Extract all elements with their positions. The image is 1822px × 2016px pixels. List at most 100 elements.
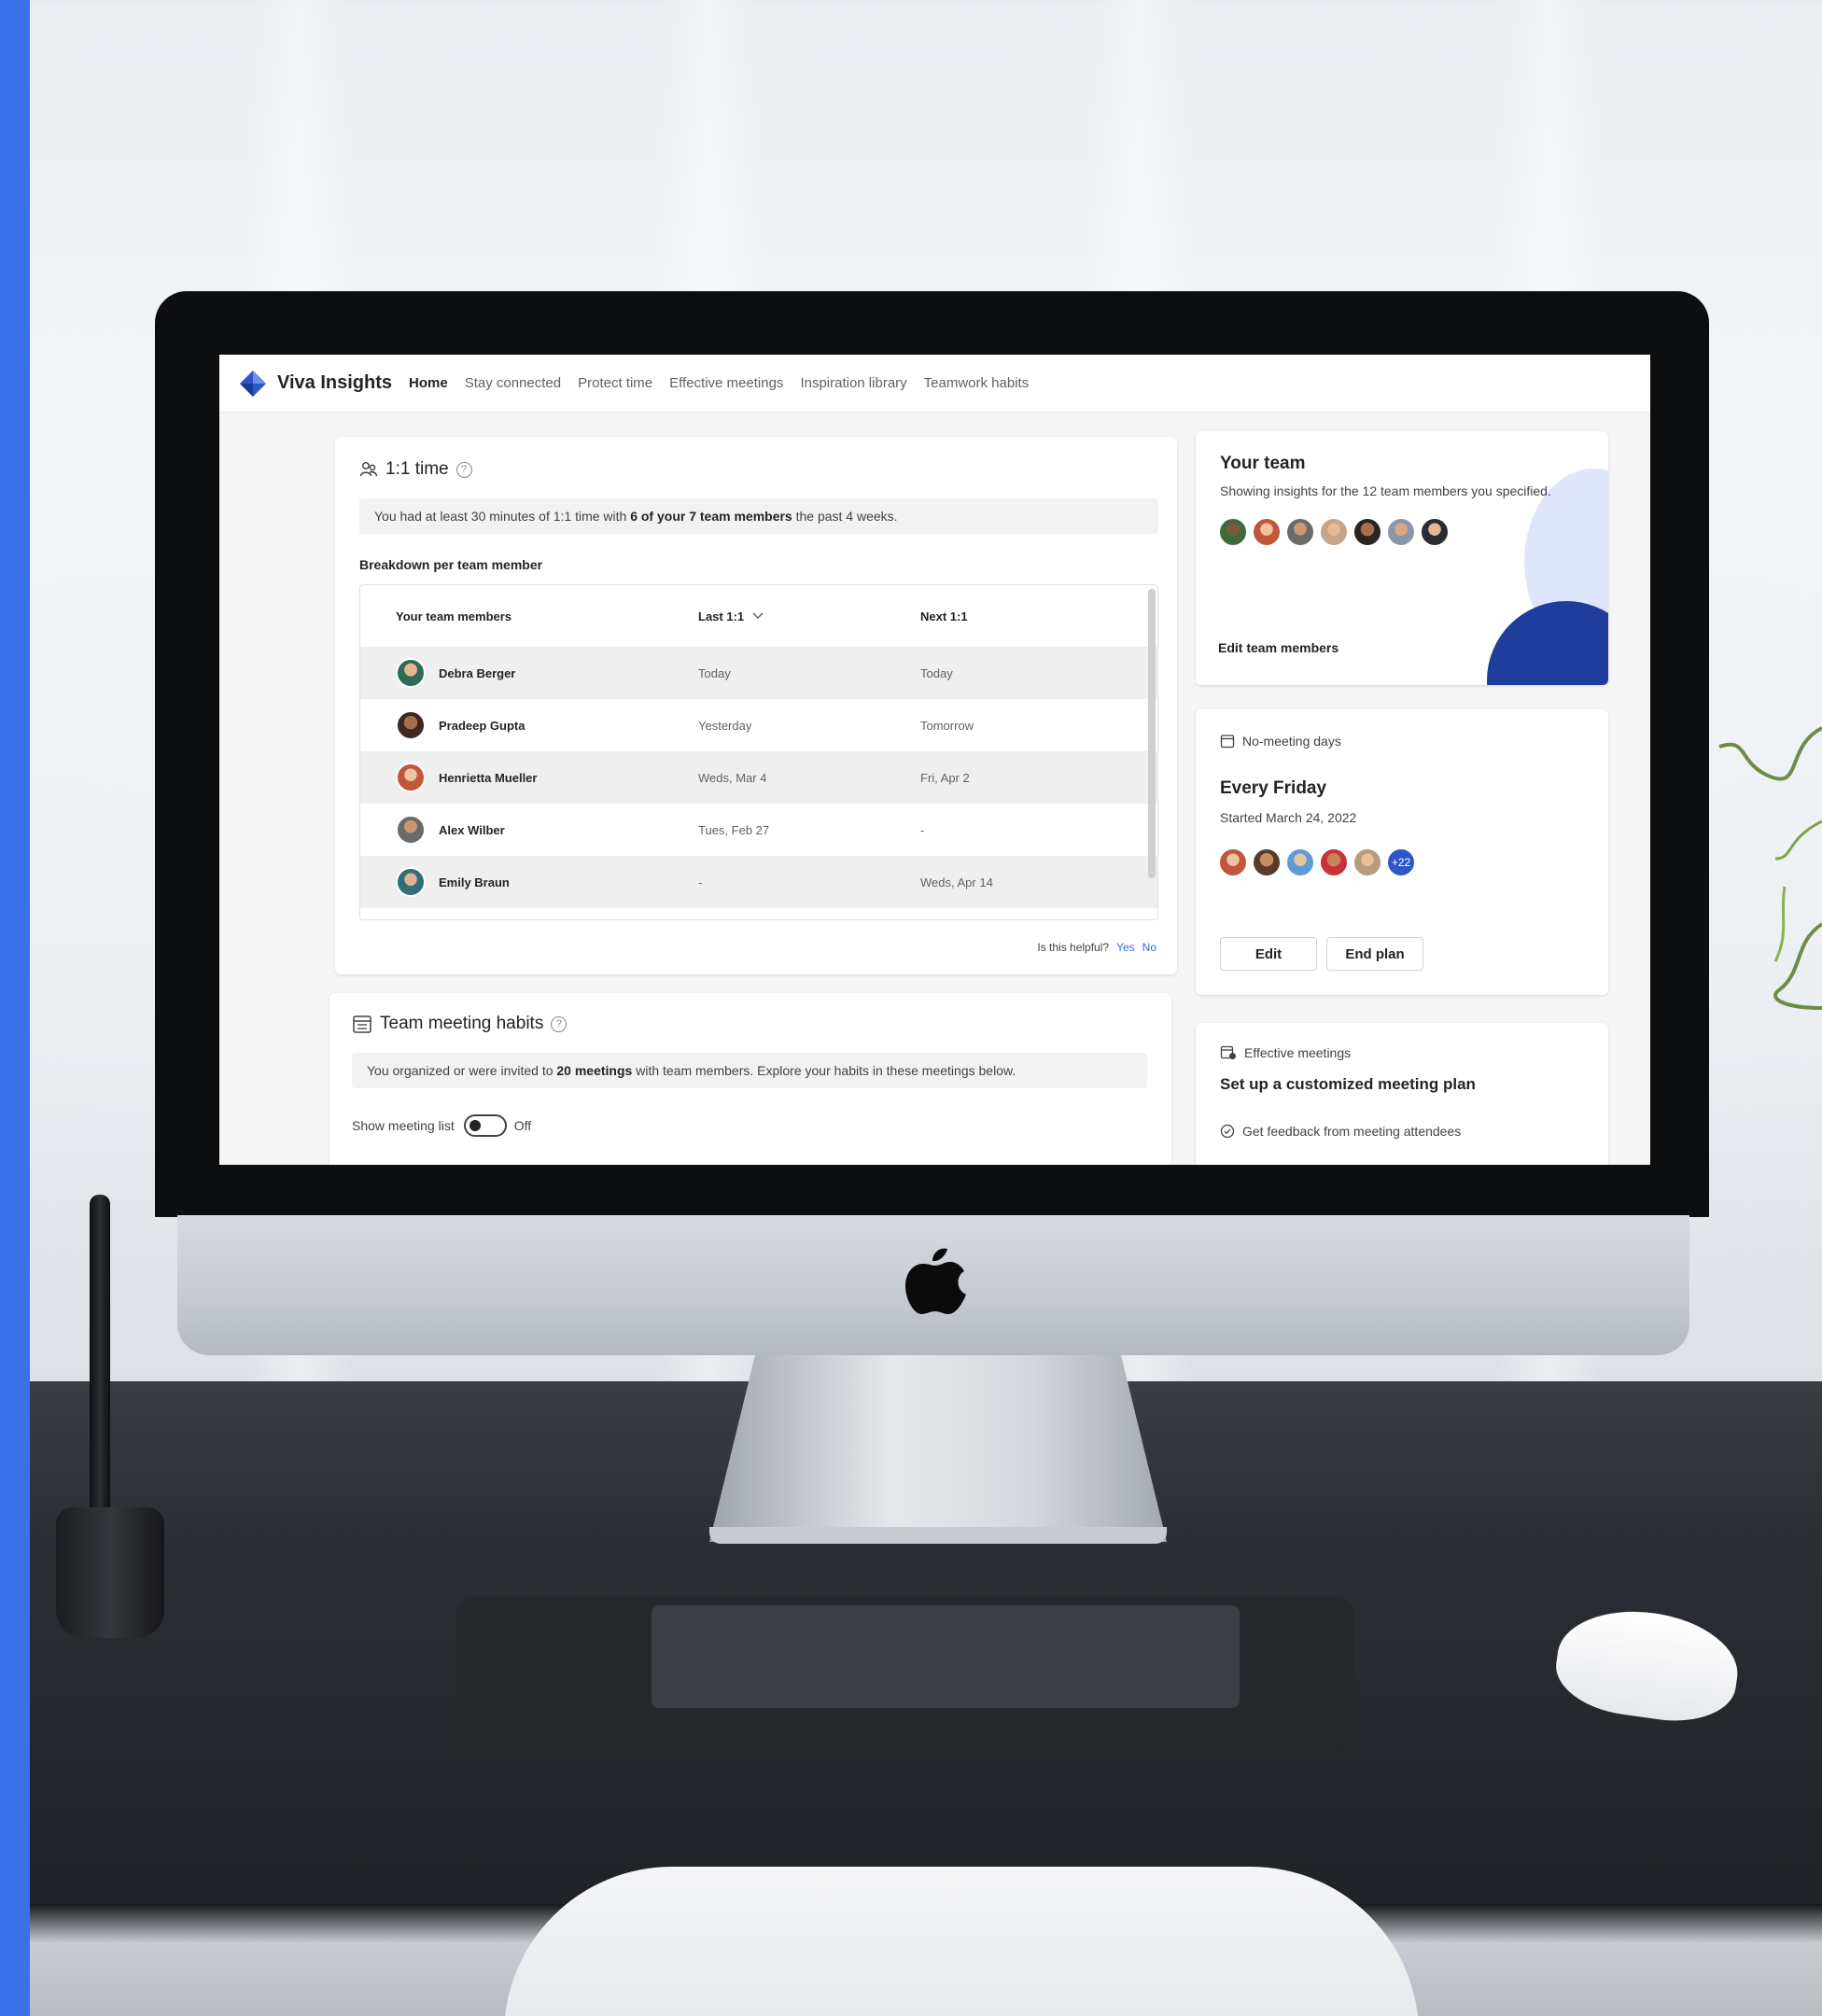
nav-inspiration-library[interactable]: Inspiration library	[800, 375, 906, 391]
avatar	[396, 867, 426, 897]
toggle-label: Show meeting list	[352, 1118, 455, 1133]
table-row[interactable]: Pradeep Gupta Yesterday Tomorrow	[360, 699, 1157, 751]
team-meeting-habits-card: Team meeting habits ? You organized or w…	[329, 993, 1171, 1165]
last-one-on-one: Weds, Mar 4	[698, 770, 767, 785]
avatar[interactable]	[1319, 847, 1349, 877]
plan-item-text: Get feedback from meeting attendees	[1242, 1124, 1462, 1139]
edit-plan-button[interactable]: Edit	[1220, 937, 1317, 971]
last-one-on-one: Yesterday	[698, 718, 752, 733]
your-team-subtitle: Showing insights for the 12 team members…	[1220, 483, 1551, 498]
table-header: Your team members Last 1:1 Next 1:1	[360, 585, 1157, 647]
one-on-one-summary: You had at least 30 minutes of 1:1 time …	[359, 498, 1158, 534]
more-participants-badge[interactable]: +22	[1386, 847, 1416, 877]
your-team-card: Your team Showing insights for the 12 te…	[1196, 431, 1608, 685]
table-scrollbar[interactable]	[1148, 589, 1156, 878]
check-circle-icon	[1220, 1124, 1235, 1139]
calendar-icon	[353, 1015, 371, 1033]
people-icon	[359, 462, 378, 477]
team-avatar-group	[1218, 517, 1450, 547]
column-header-last-label: Last 1:1	[698, 609, 745, 623]
plan-start-date: Started March 24, 2022	[1220, 810, 1357, 825]
no-meeting-days-label: No-meeting days	[1220, 734, 1341, 749]
column-header-next[interactable]: Next 1:1	[920, 609, 1107, 623]
column-header-members[interactable]: Your team members	[360, 609, 698, 623]
effective-meetings-card: Effective meetings Set up a customized m…	[1196, 1023, 1608, 1165]
avatar[interactable]	[1252, 847, 1282, 877]
your-team-title: Your team	[1220, 454, 1306, 473]
member-name: Henrietta Mueller	[439, 770, 538, 785]
calendar-settings-icon	[1220, 1045, 1236, 1059]
team-meeting-habits-title: Team meeting habits ?	[352, 1014, 568, 1034]
chair-back	[504, 1867, 1419, 2016]
avatar[interactable]	[1285, 847, 1315, 877]
table-row[interactable]: Debra Berger Today Today	[360, 647, 1157, 699]
summary-text: the past 4 weeks.	[792, 509, 898, 524]
imac-stand	[709, 1355, 1167, 1542]
feedback-yes-link[interactable]: Yes	[1116, 941, 1135, 954]
member-name: Pradeep Gupta	[439, 718, 526, 733]
toggle-state: Off	[513, 1118, 532, 1133]
viva-insights-logo-icon	[240, 370, 266, 397]
avatar	[396, 710, 426, 740]
summary-highlight: 6 of your 7 team members	[630, 509, 792, 524]
feedback-question: Is this helpful?	[1037, 941, 1110, 954]
app-screen: Viva Insights Home Stay connected Protec…	[219, 355, 1650, 1165]
table-row[interactable]: Emily Braun - Weds, Apr 14	[360, 856, 1157, 908]
help-icon[interactable]: ?	[551, 1015, 568, 1032]
avatar	[396, 815, 426, 845]
feedback-prompt: Is this helpful? Yes No	[1037, 941, 1156, 954]
next-one-on-one: Weds, Apr 14	[920, 875, 993, 889]
team-meeting-summary: You organized or were invited to 20 meet…	[352, 1053, 1147, 1088]
help-icon[interactable]: ?	[456, 461, 472, 478]
avatar[interactable]	[1352, 847, 1382, 877]
column-header-last[interactable]: Last 1:1	[698, 609, 920, 623]
stylus-pen	[90, 1195, 110, 1531]
breakdown-heading: Breakdown per team member	[359, 557, 543, 572]
last-one-on-one: -	[698, 875, 703, 889]
table-row[interactable]: Alex Wilber Tues, Feb 27 -	[360, 804, 1157, 856]
avatar[interactable]	[1218, 847, 1248, 877]
member-name: Debra Berger	[439, 665, 516, 680]
next-one-on-one: -	[920, 822, 925, 837]
pen-holder	[56, 1507, 164, 1638]
no-meeting-days-title: Every Friday	[1220, 778, 1327, 798]
plant-vine	[1718, 726, 1822, 1010]
avatar[interactable]	[1319, 517, 1349, 547]
meeting-list-toggle[interactable]	[463, 1114, 507, 1137]
tablet-active-area	[652, 1605, 1240, 1708]
effective-meetings-title[interactable]: Set up a customized meeting plan	[1220, 1075, 1476, 1094]
calendar-icon	[1220, 735, 1235, 749]
avatar[interactable]	[1218, 517, 1248, 547]
feedback-no-link[interactable]: No	[1142, 941, 1156, 954]
effective-meetings-label: Effective meetings	[1220, 1045, 1351, 1060]
chevron-down-icon	[752, 612, 764, 620]
avatar[interactable]	[1285, 517, 1315, 547]
plan-actions: Edit End plan	[1220, 937, 1423, 971]
avatar[interactable]	[1420, 517, 1450, 547]
apple-logo-icon	[905, 1248, 966, 1314]
nav-home[interactable]: Home	[409, 375, 448, 391]
last-one-on-one: Today	[698, 665, 731, 680]
next-one-on-one: Tomorrow	[920, 718, 974, 733]
decorative-shape	[1487, 601, 1608, 685]
imac-stand-base	[709, 1527, 1167, 1544]
avatar[interactable]	[1386, 517, 1416, 547]
avatar[interactable]	[1352, 517, 1382, 547]
participant-avatar-group: +22	[1218, 847, 1416, 877]
no-meeting-days-label-text: No-meeting days	[1242, 734, 1341, 749]
edit-team-members-link[interactable]: Edit team members	[1218, 640, 1338, 655]
brand-strip	[0, 0, 30, 2016]
drawing-tablet	[456, 1596, 1353, 1751]
nav-effective-meetings[interactable]: Effective meetings	[669, 375, 783, 391]
nav-protect-time[interactable]: Protect time	[578, 375, 652, 391]
nav-stay-connected[interactable]: Stay connected	[465, 375, 561, 391]
one-on-one-title-text: 1:1 time	[385, 459, 449, 479]
one-on-one-title: 1:1 time ?	[359, 459, 472, 480]
avatar	[396, 763, 426, 792]
table-row[interactable]: Henrietta Mueller Weds, Mar 4 Fri, Apr 2	[360, 751, 1157, 804]
nav-teamwork-habits[interactable]: Teamwork habits	[924, 375, 1030, 391]
end-plan-button[interactable]: End plan	[1326, 937, 1423, 971]
last-one-on-one: Tues, Feb 27	[698, 822, 770, 837]
app-title[interactable]: Viva Insights	[277, 372, 392, 394]
avatar[interactable]	[1252, 517, 1282, 547]
